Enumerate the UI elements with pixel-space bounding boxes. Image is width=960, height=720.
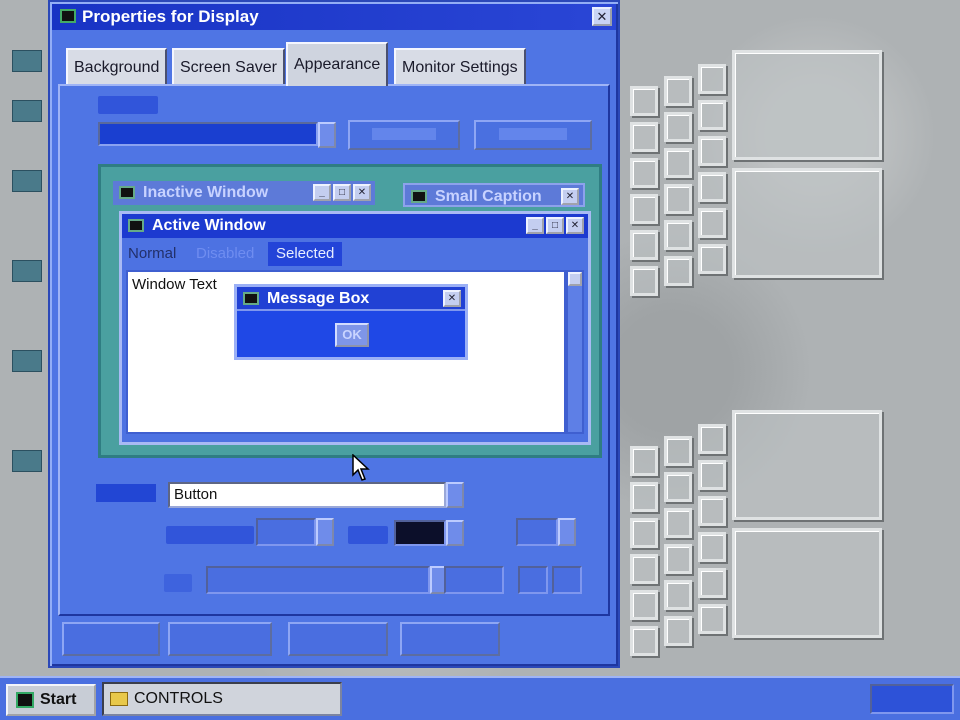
ok-button[interactable]: OK [335,323,369,347]
font-size-dropdown[interactable] [444,566,504,594]
apply-button[interactable] [288,622,388,656]
window-icon [119,186,135,199]
window-icon [411,190,427,203]
item-dropdown[interactable]: Button [168,482,446,508]
system-tray-clock[interactable] [870,684,954,714]
inbox-icon [12,260,42,282]
small-caption[interactable]: Small Caption ✕ [403,183,585,207]
close-button[interactable]: ✕ [592,7,612,26]
inactive-window-caption[interactable]: Inactive Window _ □ ✕ [113,181,375,205]
active-window[interactable]: Active Window _ □ ✕ Normal Disabled Select… [119,211,591,481]
window-icon [128,219,144,232]
desktop-icon[interactable] [4,260,48,286]
start-button[interactable]: Start [6,684,96,716]
size-label [166,526,254,544]
item-color-swatch[interactable] [394,520,446,546]
display-properties-dialog: Properties for Display ✕ Background Scre… [48,0,620,668]
windows-flag-icon [16,692,34,708]
bold-button[interactable] [518,566,548,594]
scheme-dropdown-arrow[interactable] [318,122,336,148]
small-caption-title: Small Caption [435,188,542,205]
window-icon [243,292,259,305]
active-window-title: Active Window [152,217,266,234]
item-dropdown-arrow[interactable] [446,482,464,508]
delete-button[interactable] [474,120,592,150]
appearance-panel: Inactive Window _ □ ✕ Small Caption ✕ Acti… [58,84,610,616]
tab-appearance[interactable]: Appearance [286,42,389,86]
font-size-arrow[interactable] [558,518,576,546]
message-box-title: Message Box [267,290,370,307]
minimize-icon: _ [526,217,544,234]
maximize-icon: □ [333,184,351,201]
appearance-preview[interactable]: Inactive Window _ □ ✕ Small Caption ✕ Acti… [98,164,602,481]
menu-item-selected[interactable]: Selected [268,242,343,266]
start-label: Start [40,691,77,708]
folder-icon [110,692,128,706]
network-icon [12,170,42,192]
scheme-label [98,96,158,114]
preview-menubar: Normal Disabled Selected [122,242,588,266]
cancel-button[interactable] [168,622,272,656]
size-spinner-arrow[interactable] [316,518,334,546]
message-box[interactable]: Message Box ✕ OK [234,284,468,360]
item-label [96,484,156,502]
minimize-icon: _ [313,184,331,201]
font-label [164,574,192,592]
font-size-spinner[interactable] [516,518,558,546]
help-button[interactable] [400,622,500,656]
preview-scrollbar[interactable] [566,270,584,434]
inactive-window-title: Inactive Window [143,184,269,201]
font-dropdown[interactable] [206,566,430,594]
close-icon: ✕ [566,217,584,234]
mouse-pointer-icon [352,454,370,481]
close-icon: ✕ [443,290,461,307]
desktop-icon[interactable] [4,350,48,376]
computer-icon [12,50,42,72]
color-dropdown-arrow[interactable] [446,520,464,546]
message-box-caption[interactable]: Message Box ✕ [237,287,465,311]
taskbar-button-label: CONTROLS [134,690,223,707]
taskbar: Start CONTROLS [0,676,960,720]
window-text: Window Text [132,276,217,293]
display-icon [60,9,76,23]
desktop-icon[interactable] [4,50,48,76]
tab-background[interactable]: Background [66,48,168,84]
windows-logo-watermark [630,50,890,300]
close-icon: ✕ [353,184,371,201]
size-spinner[interactable] [256,518,316,546]
folder-icon [12,100,42,122]
windows-logo-watermark [630,410,890,660]
taskbar-button-controls[interactable]: CONTROLS [102,682,342,716]
tab-screen-saver[interactable]: Screen Saver [172,48,285,84]
dialog-title: Properties for Display [82,7,259,26]
menu-item-normal[interactable]: Normal [128,242,176,266]
active-window-caption[interactable]: Active Window _ □ ✕ [122,214,588,238]
color-label [348,526,388,544]
recycle-bin-icon [12,450,42,472]
folder-icon [12,350,42,372]
close-icon: ✕ [561,188,579,205]
maximize-icon: □ [546,217,564,234]
dialog-titlebar[interactable]: Properties for Display ✕ [52,4,616,30]
scroll-up-icon[interactable] [568,272,582,286]
tab-monitor-settings[interactable]: Monitor Settings [394,48,526,84]
save-as-button[interactable] [348,120,460,150]
desktop-icon[interactable] [4,100,48,126]
scheme-dropdown[interactable] [98,122,318,146]
menu-item-disabled[interactable]: Disabled [196,242,254,266]
italic-button[interactable] [552,566,582,594]
desktop-icon[interactable] [4,450,48,476]
ok-dialog-button[interactable] [62,622,160,656]
desktop-icon[interactable] [4,170,48,196]
